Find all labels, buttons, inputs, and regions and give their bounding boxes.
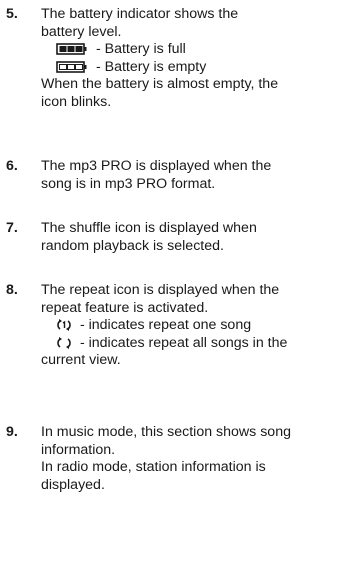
- battery-full-label: - Battery is full: [95, 41, 186, 57]
- repeat-one-label: - indicates repeat one song: [79, 317, 252, 333]
- item-number: 8.: [6, 282, 18, 298]
- item-line: random playback is selected.: [41, 237, 224, 254]
- item-number: 9.: [6, 424, 18, 440]
- item-text: In music mode, this section shows song i…: [41, 424, 331, 494]
- item-line: In music mode, this section shows song: [41, 424, 291, 440]
- battery-empty-row: - Battery is empty: [41, 59, 331, 77]
- item-line: When the battery is almost empty, the: [41, 76, 279, 92]
- item-number: 6.: [6, 158, 18, 174]
- repeat-all-row: - indicates repeat all songs in the: [41, 335, 331, 353]
- item-line: repeat feature is activated.: [41, 299, 209, 316]
- item-line: information.: [41, 441, 116, 458]
- item-line: The shuffle icon is displayed when: [41, 220, 257, 236]
- battery-empty-label: - Battery is empty: [95, 58, 207, 75]
- battery-empty-icon: [56, 60, 88, 73]
- repeat-all-icon: [56, 336, 72, 350]
- battery-full-row: - Battery is full: [41, 41, 331, 59]
- item-line: icon blinks.: [41, 93, 112, 110]
- item-line: In radio mode, station information is: [41, 459, 266, 475]
- list-item-6: 6. The mp3 PRO is displayed when the son…: [6, 158, 331, 193]
- item-text: The mp3 PRO is displayed when the song i…: [41, 158, 331, 193]
- item-text: The shuffle icon is displayed when rando…: [41, 220, 331, 255]
- item-line: battery level.: [41, 23, 122, 40]
- battery-full-icon: [56, 43, 88, 56]
- item-line: The repeat icon is displayed when the: [41, 282, 280, 298]
- list-item-5: 5. The battery indicator shows the batte…: [6, 6, 331, 111]
- item-number: 5.: [6, 6, 18, 22]
- repeat-all-label: - indicates repeat all songs in the: [79, 334, 288, 351]
- repeat-one-row: - indicates repeat one song: [41, 317, 331, 335]
- item-line: The battery indicator shows the: [41, 6, 239, 22]
- repeat-one-icon: [56, 318, 72, 332]
- list-item-9: 9. In music mode, this section shows son…: [6, 424, 331, 494]
- list-item-8: 8. The repeat icon is displayed when the…: [6, 282, 331, 370]
- list-item-7: 7. The shuffle icon is displayed when ra…: [6, 220, 331, 255]
- item-line: The mp3 PRO is displayed when the: [41, 158, 272, 174]
- item-text: The battery indicator shows the battery …: [41, 6, 331, 111]
- item-number: 7.: [6, 220, 18, 236]
- item-text: The repeat icon is displayed when the re…: [41, 282, 331, 370]
- item-line: current view.: [41, 352, 121, 368]
- item-line: displayed.: [41, 476, 105, 493]
- item-line: song is in mp3 PRO format.: [41, 175, 216, 192]
